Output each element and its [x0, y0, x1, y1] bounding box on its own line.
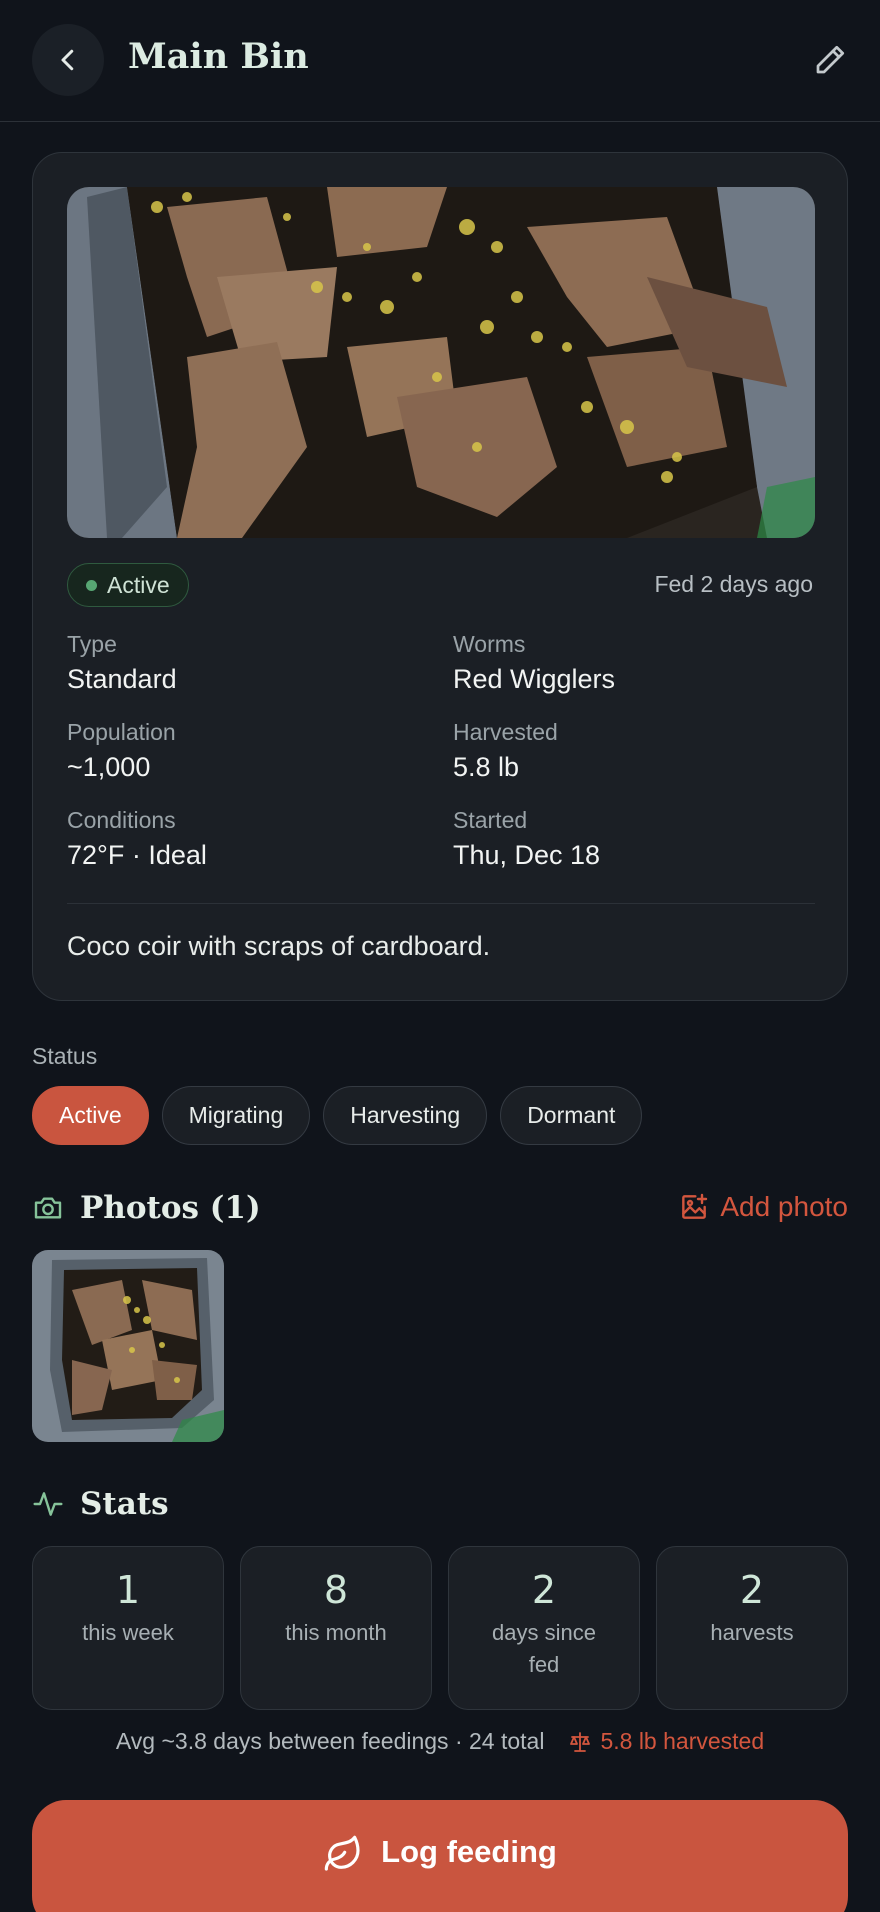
feeding-summary: Avg ~3.8 days between feedings · 24 tota… — [115, 1728, 545, 1754]
stat-label: harvests — [710, 1620, 794, 1645]
bin-card: Active Fed 2 days ago Type Standard Worm… — [32, 152, 848, 1001]
last-fed-text: Fed 2 days ago — [654, 571, 813, 597]
harvest-summary: 5.8 lb harvested — [568, 1728, 764, 1755]
bin-notes: Coco coir with scraps of cardboard. — [67, 931, 491, 961]
info-harvested: Harvested 5.8 lb — [453, 717, 813, 785]
stat-label: days since fed — [492, 1620, 596, 1677]
image-plus-icon — [682, 1193, 708, 1219]
stat-label: this month — [285, 1620, 387, 1645]
leaf-icon — [324, 1835, 360, 1871]
info-type: Type Standard — [67, 629, 427, 697]
info-population: Population ~1,000 — [67, 717, 427, 785]
activity-icon — [33, 1492, 63, 1516]
status-badge: Active — [67, 563, 189, 607]
info-label: Worms — [453, 631, 526, 657]
stat-this-week: 1 this week — [32, 1546, 224, 1710]
scale-icon — [570, 1731, 591, 1752]
add-photo-label: Add photo — [720, 1191, 848, 1222]
divider — [67, 903, 815, 904]
stats-header: Stats — [32, 1486, 169, 1522]
edit-button[interactable] — [808, 38, 852, 82]
info-worms: Worms Red Wigglers — [453, 629, 813, 697]
status-chip-active[interactable]: Active — [32, 1086, 149, 1145]
info-value: 72°F · Ideal — [67, 840, 207, 870]
bin-photo[interactable] — [67, 187, 815, 538]
stat-harvests: 2 harvests — [656, 1546, 848, 1710]
header: Main Bin — [0, 0, 880, 122]
status-badge-label: Active — [107, 571, 170, 598]
status-chips: Active Migrating Harvesting Dormant — [32, 1086, 643, 1145]
back-button[interactable] — [32, 24, 104, 96]
info-label: Harvested — [453, 719, 558, 745]
status-section-label: Status — [32, 1043, 98, 1069]
info-label: Type — [67, 631, 117, 657]
add-photo-button[interactable]: Add photo — [678, 1191, 848, 1223]
info-value: ~1,000 — [67, 752, 151, 782]
info-value: Thu, Dec 18 — [453, 840, 601, 870]
status-chip-migrating[interactable]: Migrating — [161, 1086, 311, 1145]
stat-value: 8 — [323, 1568, 349, 1612]
stat-this-month: 8 this month — [240, 1546, 432, 1710]
stat-days-since-fed: 2 days since fed — [448, 1546, 640, 1710]
stat-label: this week — [82, 1620, 174, 1645]
photo-thumbnail[interactable] — [32, 1250, 224, 1442]
info-value: 5.8 lb — [453, 752, 520, 782]
pencil-icon — [816, 45, 845, 74]
stat-value: 2 — [739, 1568, 765, 1612]
stats-title: Stats — [80, 1486, 169, 1522]
status-chip-harvesting[interactable]: Harvesting — [323, 1086, 488, 1145]
photos-title: Photos (1) — [80, 1190, 261, 1226]
camera-icon — [34, 1197, 62, 1219]
stat-value: 2 — [531, 1568, 557, 1612]
stat-value: 1 — [115, 1568, 141, 1612]
log-feeding-label: Log feeding — [381, 1834, 557, 1869]
photos-header: Photos (1) — [32, 1190, 261, 1226]
info-label: Started — [453, 807, 528, 833]
stats-summary: Avg ~3.8 days between feedings · 24 tota… — [0, 1728, 880, 1755]
info-conditions: Conditions 72°F · Ideal — [67, 805, 427, 873]
chevron-left-icon — [61, 49, 74, 71]
info-value: Red Wigglers — [453, 664, 616, 694]
page-title: Main Bin — [128, 36, 309, 77]
info-value: Standard — [67, 664, 177, 694]
info-label: Conditions — [67, 807, 176, 833]
harvest-summary-label: 5.8 lb harvested — [600, 1728, 765, 1754]
log-feeding-button[interactable]: Log feeding — [32, 1800, 848, 1912]
status-dot-icon — [86, 579, 97, 591]
info-label: Population — [67, 719, 176, 745]
status-chip-dormant[interactable]: Dormant — [500, 1086, 643, 1145]
info-started: Started Thu, Dec 18 — [453, 805, 813, 873]
